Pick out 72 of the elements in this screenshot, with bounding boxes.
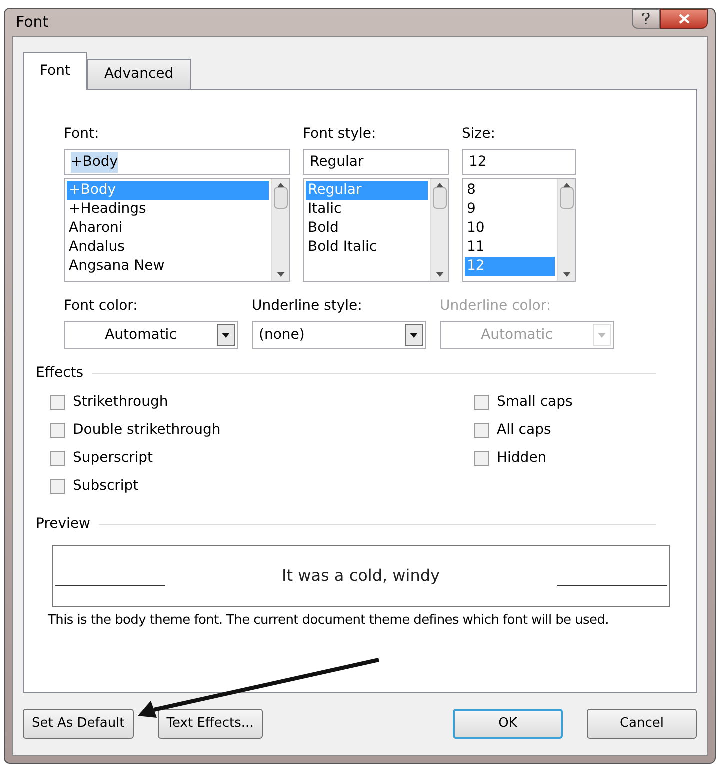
list-item[interactable]: +Headings [67, 200, 269, 219]
dropdown[interactable]: (none) [252, 321, 426, 349]
list-item[interactable]: Angsana New [67, 257, 269, 276]
field-value: 12 [469, 152, 487, 172]
list-item[interactable]: Italic [306, 200, 428, 219]
scrollbar[interactable] [430, 179, 448, 281]
input-field[interactable]: 12 [462, 149, 576, 175]
checkbox-label: Superscript [73, 448, 154, 468]
dropdown[interactable]: Automatic [64, 321, 238, 349]
field-label: Underline color: [440, 297, 552, 316]
caret-icon [222, 332, 230, 338]
section-title: Preview [36, 515, 90, 534]
field-label: Font: [64, 125, 100, 144]
scroll-thumb[interactable] [274, 187, 288, 209]
list-item[interactable]: 11 [465, 238, 555, 257]
field-value: +Body [71, 152, 118, 172]
scroll-thumb[interactable] [432, 187, 446, 209]
section-title: Effects [36, 364, 84, 383]
list-item[interactable]: Bold Italic [306, 238, 428, 257]
help-button[interactable] [632, 9, 660, 29]
input-field[interactable]: Regular [303, 149, 449, 175]
checkbox[interactable] [474, 422, 489, 438]
list-item[interactable]: Andalus [67, 238, 269, 257]
checkbox[interactable] [50, 478, 65, 494]
field-label: Size: [462, 125, 496, 144]
close-button[interactable] [660, 9, 708, 29]
dropdown-value: Automatic [104, 326, 178, 344]
checkbox-label: Small caps [497, 392, 573, 412]
preview-text: It was a cold, windy [282, 565, 440, 587]
list-item[interactable]: Bold [306, 219, 428, 238]
field-label: Underline style: [252, 297, 364, 316]
scroll-down-icon[interactable] [562, 272, 570, 277]
scroll-down-icon[interactable] [276, 272, 284, 277]
list-box[interactable]: +Body +Headings Aharoni Andalus Angsana New [64, 178, 290, 282]
dropdown-value: (none) [258, 326, 306, 344]
dialog-button[interactable]: Text Effects... [158, 709, 263, 739]
list-item[interactable]: Aharoni [67, 219, 269, 238]
checkbox-label: Double strikethrough [73, 420, 221, 440]
list-item[interactable]: 8 [465, 181, 555, 200]
dialog-button[interactable]: OK [453, 709, 563, 739]
dropdown-value: Automatic [480, 326, 554, 344]
checkbox[interactable] [474, 450, 489, 466]
dialog-button[interactable]: Cancel [587, 709, 697, 739]
list-box[interactable]: 8 9 10 11 12 [462, 178, 576, 282]
checkbox[interactable] [50, 394, 65, 410]
tab[interactable]: Font [23, 52, 88, 90]
scroll-down-icon[interactable] [436, 272, 444, 277]
checkbox-label: Strikethrough [73, 392, 168, 412]
checkbox[interactable] [50, 450, 65, 466]
input-field[interactable]: +Body [64, 149, 290, 175]
list-item[interactable]: 9 [465, 200, 555, 219]
help-icon [642, 13, 650, 25]
list-item[interactable]: 10 [465, 219, 555, 238]
dialog-button[interactable]: Set As Default [23, 709, 134, 739]
checkbox-label: All caps [497, 420, 552, 440]
scrollbar[interactable] [557, 179, 575, 281]
caret-icon [598, 332, 606, 338]
checkbox[interactable] [50, 422, 65, 438]
window-title: Font [15, 12, 49, 34]
field-value: Regular [310, 152, 364, 172]
field-label: Font style: [303, 125, 378, 144]
close-icon [678, 14, 690, 24]
preview-description: This is the body theme font. The current document theme defines which font will be used. [48, 612, 610, 630]
field-label: Font color: [64, 297, 139, 316]
checkbox-label: Hidden [497, 448, 547, 468]
checkbox-label: Subscript [73, 476, 139, 496]
scroll-thumb[interactable] [560, 187, 574, 209]
caret-icon [410, 332, 418, 338]
checkbox[interactable] [474, 394, 489, 410]
scrollbar[interactable] [271, 179, 289, 281]
list-box[interactable]: Regular Italic Bold Bold Italic [303, 178, 449, 282]
tab[interactable]: Advanced [87, 59, 191, 89]
